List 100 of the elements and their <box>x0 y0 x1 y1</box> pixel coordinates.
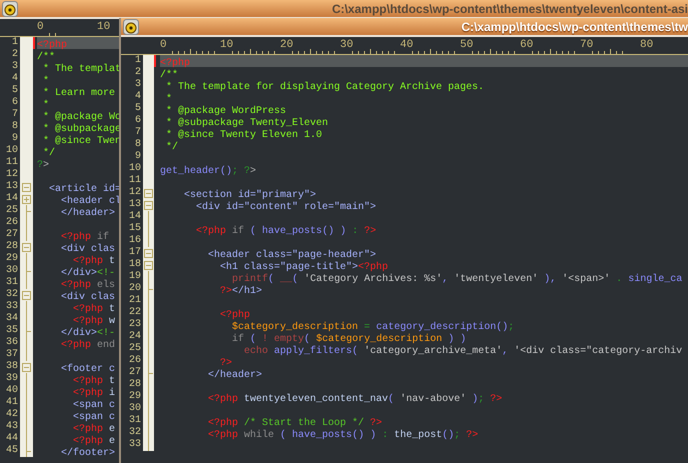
collapse-icon[interactable] <box>144 188 153 198</box>
code-line: * @since Twenty Eleven 1.0 <box>165 130 322 141</box>
fold-end-guide <box>26 265 31 277</box>
line-number: 40 <box>6 385 19 397</box>
ruler-number: 80 <box>640 39 654 51</box>
line-number: 2 <box>134 67 142 79</box>
fold-end-guide <box>148 283 153 295</box>
code-line: <?php while ( have_posts() ) : the_post(); ?> <box>207 430 478 441</box>
code-line: </footer> <box>60 448 116 459</box>
fold-end-guide <box>148 367 153 379</box>
line-number: 33 <box>6 301 19 313</box>
line-number: 30 <box>128 403 142 415</box>
line-number: 44 <box>6 433 19 445</box>
line-number: 31 <box>6 277 19 289</box>
collapse-icon[interactable] <box>22 362 31 372</box>
line-number: 10 <box>128 163 142 175</box>
code-line: * <box>165 94 172 105</box>
code-line: echo apply_filters( 'category_archive_meta', '<div class="category-archiv <box>243 346 682 357</box>
fold-guide <box>26 253 27 265</box>
code-line: <?php end <box>60 340 116 351</box>
line-number: 12 <box>128 187 142 199</box>
code-line: <?php t <box>72 256 116 267</box>
code-line: <?php w <box>72 316 116 327</box>
line-number: 20 <box>128 283 142 295</box>
collapse-icon[interactable] <box>22 242 31 252</box>
line-number: 29 <box>128 391 142 403</box>
line-number: 9 <box>134 151 142 163</box>
line-number: 41 <box>6 397 19 409</box>
code-line: <?php <box>37 40 68 51</box>
ruler-number: 0 <box>37 21 44 33</box>
code-line: * @package WordPress <box>165 106 286 117</box>
ruler-number: 10 <box>220 39 234 51</box>
collapse-icon[interactable] <box>22 182 31 192</box>
line-number: 25 <box>128 343 142 355</box>
line-number: 9 <box>12 133 19 145</box>
line-number: 32 <box>128 427 142 439</box>
line-number: 39 <box>6 373 19 385</box>
code-line: * <box>42 76 50 87</box>
collapse-icon[interactable] <box>144 260 153 270</box>
line-number: 31 <box>128 415 142 427</box>
code-line: */ <box>165 142 178 153</box>
line-number: 5 <box>134 103 142 115</box>
code-line: <?php /* Start the Loop */ ?> <box>207 418 382 429</box>
ruler-number: 0 <box>160 39 167 51</box>
line-number: 33 <box>128 439 142 451</box>
window-title: C:\xampp\htdocs\wp-content\themes\tw <box>461 18 688 35</box>
line-number: 17 <box>128 247 142 259</box>
line-number: 2 <box>12 49 19 61</box>
fold-guide <box>148 271 149 283</box>
line-number: 28 <box>128 379 142 391</box>
code-line: </header> <box>60 208 116 219</box>
code-line: <div id="content" role="main"> <box>195 202 376 213</box>
line-number: 32 <box>6 289 19 301</box>
line-number: 36 <box>6 337 19 349</box>
ruler-number: 30 <box>340 39 354 51</box>
line-number: 27 <box>128 367 142 379</box>
code-line: <?php e <box>72 436 116 447</box>
text-cursor <box>33 37 35 49</box>
line-number: 15 <box>128 223 142 235</box>
code-line: <div clas <box>60 244 116 255</box>
code-line: /** <box>160 70 178 81</box>
line-number: 14 <box>128 211 142 223</box>
ruler-number: 10 <box>97 21 110 33</box>
collapse-icon[interactable] <box>144 200 153 210</box>
code-line: printf( __( 'Category Archives: %s', 'twentyeleven' ), '<span>' . single_ca <box>231 274 682 285</box>
code-line: <?php twentyeleven_content_nav( 'nav-above' ); ?> <box>207 394 502 405</box>
line-number: 34 <box>6 313 19 325</box>
line-number: 13 <box>128 199 142 211</box>
line-number: 22 <box>128 307 142 319</box>
code-line: </div><!- <box>60 328 116 339</box>
line-number: 43 <box>6 421 19 433</box>
code-line: <?php els <box>60 280 116 291</box>
code-line: ?> <box>37 160 50 171</box>
line-number: 1 <box>12 37 19 49</box>
code-line: $category_description = category_description(); <box>231 322 514 333</box>
code-line: <?php <box>160 58 190 69</box>
collapse-icon[interactable] <box>22 290 31 300</box>
window-title: C:\xampp\htdocs\wp-content\themes\twentyeleven\content-asi <box>332 0 688 17</box>
code-line: <?php i <box>72 388 116 399</box>
line-number: 38 <box>6 361 19 373</box>
fold-end-guide <box>26 445 31 457</box>
text-cursor <box>154 55 156 67</box>
line-number: 24 <box>128 331 142 343</box>
code-line: </div><!- <box>60 268 116 279</box>
code-line: * @subpackage Twenty_Eleven <box>165 118 328 129</box>
code-line: <h1 class="page-title"><?php <box>219 262 388 273</box>
line-number: 13 <box>6 181 19 193</box>
code-line: <footer c <box>60 364 116 375</box>
line-number: 8 <box>12 121 19 133</box>
line-number: 4 <box>12 73 19 85</box>
code-line: * @subpackage <box>42 124 122 135</box>
expand-icon[interactable] <box>22 194 31 204</box>
collapse-icon[interactable] <box>144 248 153 258</box>
line-number: 12 <box>6 169 19 181</box>
code-line: <div clas <box>60 292 116 303</box>
line-number: 19 <box>128 271 142 283</box>
line-number: 4 <box>134 91 142 103</box>
line-number: 8 <box>134 139 142 151</box>
code-line: */ <box>42 148 56 159</box>
code-line: <span c <box>72 412 116 423</box>
